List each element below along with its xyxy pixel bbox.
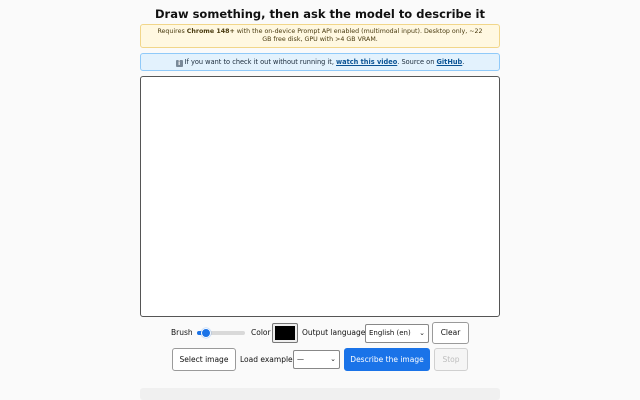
- select-image-button[interactable]: Select image: [172, 348, 236, 371]
- info-text-before: If you want to check it out without runn…: [184, 58, 337, 66]
- color-swatch-fill: [275, 326, 295, 340]
- output-language-label: Output language: [302, 328, 366, 337]
- result-panel: [140, 388, 500, 400]
- info-text-mid: . Source on: [397, 58, 437, 66]
- describe-image-button[interactable]: Describe the image: [344, 348, 430, 371]
- watch-video-link[interactable]: watch this video: [336, 58, 397, 66]
- load-example-label: Load example: [240, 355, 293, 364]
- chrome-version: Chrome 148+: [186, 28, 235, 35]
- load-example-select[interactable]: — ⌄: [293, 350, 340, 369]
- drawing-canvas[interactable]: [140, 76, 500, 317]
- output-language-value: English (en): [369, 329, 411, 337]
- brush-slider-thumb[interactable]: [200, 328, 211, 338]
- color-picker[interactable]: [272, 323, 298, 343]
- brush-size-slider[interactable]: [197, 328, 245, 338]
- github-link[interactable]: GitHub: [437, 58, 463, 66]
- requirements-banner: Requires Chrome 148+ with the on-device …: [140, 24, 500, 48]
- chevron-down-icon: ⌄: [330, 355, 336, 363]
- chevron-down-icon: ⌄: [419, 329, 425, 337]
- info-icon: i: [175, 60, 183, 67]
- brush-label: Brush: [171, 328, 193, 337]
- clear-button[interactable]: Clear: [432, 322, 469, 344]
- output-language-select[interactable]: English (en) ⌄: [365, 324, 429, 343]
- page-title: Draw something, then ask the model to de…: [154, 7, 485, 21]
- page: Draw something, then ask the model to de…: [0, 0, 640, 400]
- load-example-value: —: [297, 355, 304, 363]
- requirements-prefix: Requires: [157, 28, 187, 35]
- requirements-text: with the on-device Prompt API enabled (m…: [234, 28, 483, 43]
- stop-button[interactable]: Stop: [434, 348, 468, 371]
- actions-row: Select image Load example — ⌄ Describe t…: [0, 348, 640, 372]
- toolbar-row: Brush Color Output language English (en)…: [0, 322, 640, 344]
- info-banner: i If you want to check it out without run…: [140, 53, 500, 71]
- color-label: Color: [251, 328, 271, 337]
- info-text-after: .: [462, 58, 465, 66]
